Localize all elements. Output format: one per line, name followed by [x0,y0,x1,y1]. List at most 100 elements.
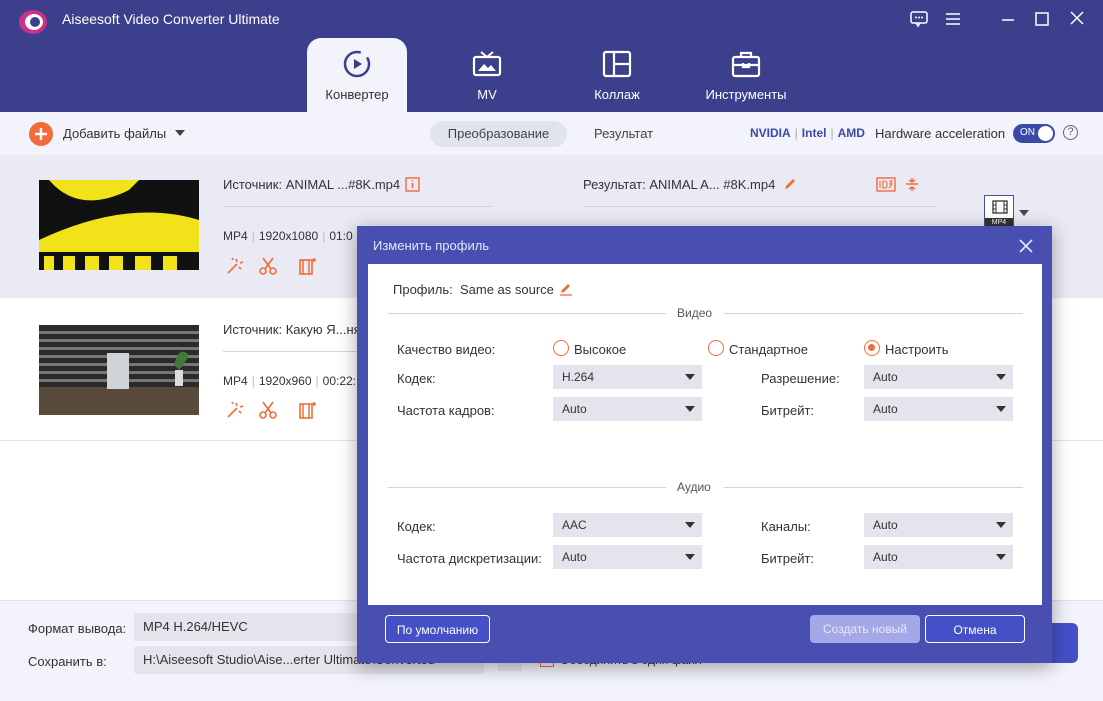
info-icon[interactable] [405,177,420,192]
file-meta: MP4 | 1920x1080 | 01:0 [223,229,353,243]
file-tools [224,400,318,420]
plus-icon [35,128,47,140]
enhance-icon[interactable] [224,400,244,420]
quality-custom-radio[interactable] [864,340,880,356]
tab-label: Конвертер [325,87,389,102]
channels-label: Каналы: [761,519,811,534]
tab-label: Инструменты [705,87,787,102]
tab-collage[interactable]: Коллаж [567,38,667,112]
minimize-icon[interactable] [998,10,1018,28]
enhance-icon[interactable] [224,256,244,276]
tab-conversion[interactable]: Преобразование [430,121,567,147]
output-format-label: Формат вывода: [28,621,127,636]
create-new-button[interactable]: Создать новый [810,615,920,643]
split-icon[interactable] [905,177,919,192]
file-meta: MP4 | 1920x960 | 00:22: [223,374,357,388]
video-codec-label: Кодек: [397,371,436,386]
video-bitrate-select[interactable]: Auto [864,397,1013,421]
audio-section-header: Аудио [388,480,1023,494]
toggle-text: ON [1020,127,1035,138]
samplerate-label: Частота дискретизации: [397,551,542,566]
toolbox-icon [731,51,761,78]
cut-icon[interactable] [258,400,278,420]
close-icon[interactable] [1067,10,1087,28]
source-filename: Источник: Какую Я...ня [223,322,361,337]
tv-icon [472,51,502,77]
quality-standard-radio[interactable] [708,340,724,356]
file-format: MP4 [223,229,248,243]
film-icon [992,200,1008,214]
tab-mv[interactable]: MV [437,38,537,112]
file-resolution: 1920x1080 [258,229,319,243]
divider [223,206,493,207]
maximize-icon[interactable] [1032,10,1052,28]
audio-bitrate-select[interactable]: Auto [864,545,1013,569]
chevron-down-icon[interactable] [175,130,185,137]
help-icon[interactable]: ? [1063,125,1078,140]
video-section-header: Видео [388,306,1023,320]
vendor-nvidia: NVIDIA [750,126,791,140]
source-filename: Источник: ANIMAL ...#8K.mp4 [223,177,401,192]
file-duration: 00:22: [322,374,357,388]
quality-standard-label: Стандартное [729,342,808,357]
profile-row: Профиль: Same as source [393,282,554,297]
close-icon[interactable] [1018,238,1034,254]
quality-high-radio[interactable] [553,340,569,356]
video-bitrate-label: Битрейт: [761,403,815,418]
framerate-select[interactable]: Auto [553,397,702,421]
output-format-badge[interactable]: MP4 [984,195,1014,229]
resolution-select[interactable]: Auto [864,365,1013,389]
chevron-down-icon[interactable] [1019,210,1029,217]
app-logo-icon [19,10,47,34]
divider [583,206,937,207]
tab-converter[interactable]: Конвертер [307,38,407,112]
cut-icon[interactable] [258,256,278,276]
default-button[interactable]: По умолчанию [385,615,490,643]
file-duration: 01:0 [329,229,353,243]
tab-tools[interactable]: Инструменты [696,38,796,112]
samplerate-select[interactable]: Auto [553,545,702,569]
video-thumbnail[interactable] [39,180,199,270]
hw-vendors: NVIDIA | Intel | AMD [750,126,865,140]
title-bar: Aiseesoft Video Converter Ultimate Конве… [0,0,1103,112]
menu-icon[interactable] [943,10,963,28]
converter-icon [343,50,371,78]
profile-label: Профиль: [393,282,453,297]
edit-effects-icon[interactable] [298,256,318,276]
collage-icon [602,50,632,78]
hw-acceleration-toggle[interactable]: ON [1013,124,1055,143]
cancel-button[interactable]: Отмена [925,615,1025,643]
vendor-amd: AMD [837,126,865,140]
vendor-intel: Intel [801,126,827,140]
save-to-label: Сохранить в: [28,654,107,669]
channels-select[interactable]: Auto [864,513,1013,537]
id3-icon[interactable] [876,177,896,192]
audio-codec-label: Кодек: [397,519,436,534]
tab-result[interactable]: Результат [594,126,653,141]
file-resolution: 1920x960 [258,374,312,388]
video-thumbnail[interactable] [39,325,199,415]
feedback-icon[interactable] [909,10,929,28]
quality-custom-label: Настроить [885,342,949,357]
resolution-label: Разрешение: [761,371,840,386]
tab-label: Коллаж [594,87,640,102]
audio-codec-select[interactable]: AAC [553,513,702,537]
section-title: Видео [677,306,713,320]
video-codec-select[interactable]: H.264 [553,365,702,389]
pencil-icon[interactable] [559,282,573,296]
quality-high-label: Высокое [574,342,627,357]
tab-label: MV [477,87,497,102]
pencil-icon[interactable] [783,177,797,191]
edit-profile-dialog: Изменить профиль Профиль: Same as source… [357,226,1052,663]
add-files-label[interactable]: Добавить файлы [63,126,166,141]
result-filename: Результат: ANIMAL A... #8K.mp4 [583,177,776,192]
audio-bitrate-label: Битрейт: [761,551,815,566]
app-title: Aiseesoft Video Converter Ultimate [62,11,280,27]
toggle-knob [1038,126,1053,141]
hw-acceleration-label: Hardware acceleration [875,126,1006,141]
edit-effects-icon[interactable] [298,400,318,420]
file-tools [224,256,318,276]
file-format: MP4 [223,374,248,388]
add-files-button[interactable] [29,122,53,146]
framerate-label: Частота кадров: [397,403,495,418]
